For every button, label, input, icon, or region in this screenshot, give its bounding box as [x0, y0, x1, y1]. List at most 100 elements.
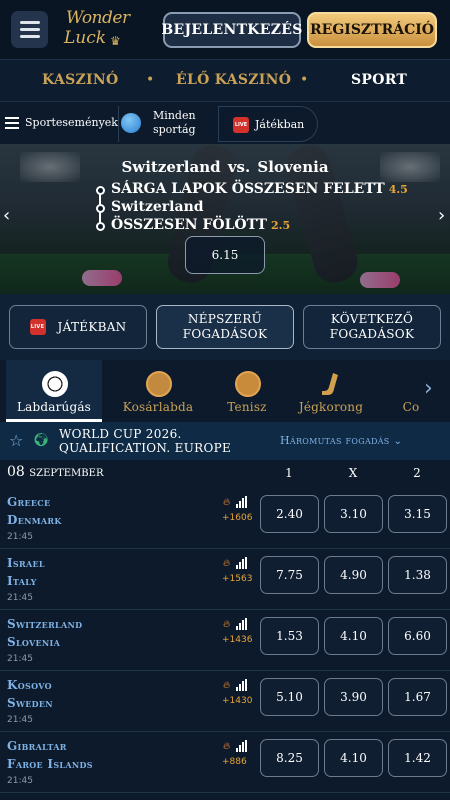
sport-tennis[interactable]: Tenisz: [199, 360, 295, 422]
bet-selection-odd: 2.5: [270, 219, 291, 232]
date-row: 08 szeptember 1 X 2: [0, 460, 450, 488]
chevron-right-icon[interactable]: ›: [424, 376, 433, 401]
sub-nav: Sportesemények Minden sportág LIVE Játék…: [0, 102, 450, 144]
market-label: Háromutas fogadás: [280, 434, 390, 447]
nav-sport[interactable]: SPORT: [351, 72, 407, 88]
sport-label: Co: [402, 400, 419, 414]
star-icon[interactable]: ☆: [9, 431, 23, 450]
more-markets-count[interactable]: +1436: [222, 635, 252, 645]
more-markets-count[interactable]: +886: [222, 757, 247, 767]
chevron-down-icon: ⌄: [393, 436, 403, 447]
banner-odd-button[interactable]: 6.15: [185, 236, 265, 274]
odd-draw-button[interactable]: 4.90: [324, 556, 383, 594]
more-markets-count[interactable]: +1563: [222, 574, 252, 584]
bet-selection-label: Összesen fölött: [111, 217, 267, 233]
market-select[interactable]: Háromutas fogadás ⌄: [280, 434, 402, 447]
login-button[interactable]: BEJELENTKEZÉS: [161, 12, 302, 48]
away-team[interactable]: Sweden: [7, 696, 53, 710]
menu-button[interactable]: [11, 11, 48, 48]
live-label: Játékban: [255, 118, 305, 131]
selection-dot-icon: [96, 204, 105, 213]
col-away: 2: [413, 466, 421, 480]
header: Wonder Luck ♛ BEJELENTKEZÉS REGISZTRÁCIÓ: [0, 0, 450, 60]
soccer-ball-icon: [121, 113, 141, 133]
hockey-icon: [319, 371, 345, 397]
sport-more[interactable]: Co: [363, 360, 419, 422]
home-team[interactable]: Kosovo: [7, 678, 52, 692]
top-nav: KASZINÓ • ÉLŐ KASZINÓ • SPORT: [0, 60, 450, 102]
register-button[interactable]: REGISZTRÁCIÓ: [307, 12, 437, 48]
menu-icon-bar: [19, 28, 40, 31]
away-team[interactable]: Faroe Islands: [7, 757, 93, 771]
league-header: ☆ 🌍︎ WORLD CUP 2026. QUALIFICATION. EURO…: [0, 422, 450, 460]
more-markets-count[interactable]: +1430: [222, 696, 252, 706]
odd-home-button[interactable]: 8.25: [260, 739, 319, 777]
all-sports-line1: Minden: [153, 109, 196, 122]
odd-draw-button[interactable]: 4.10: [324, 739, 383, 777]
home-team[interactable]: Israel: [7, 556, 45, 570]
odd-draw-button[interactable]: 3.90: [324, 678, 383, 716]
match-time: 21:45: [7, 654, 33, 664]
signal-bars-icon: [236, 618, 248, 630]
signal-bars-icon: [236, 496, 248, 508]
menu-icon-bar: [19, 21, 40, 24]
chevron-right-icon[interactable]: ›: [438, 205, 445, 226]
sports-row: Labdarúgás Kosárlabda Tenisz Jégkorong C…: [0, 360, 450, 422]
tab-next-label: KÖVETKEZŐ FOGADÁSOK: [330, 312, 414, 342]
live-icon: LIVE: [233, 117, 249, 133]
nav-live-casino[interactable]: ÉLŐ KASZINÓ: [176, 72, 291, 88]
signal-bars-icon: [236, 557, 248, 569]
bet-selection-text: Switzerland: [111, 199, 204, 215]
tab-live-label: JÁTÉKBAN: [57, 319, 127, 334]
soccer-ball-icon: [42, 371, 68, 397]
chevron-left-icon[interactable]: ‹: [3, 205, 10, 226]
odd-draw-button[interactable]: 3.10: [324, 495, 383, 533]
home-team[interactable]: Greece: [7, 495, 50, 509]
nav-separator: •: [300, 72, 309, 88]
odd-home-button[interactable]: 7.75: [260, 556, 319, 594]
all-sports-label: Minden sportág: [153, 109, 196, 137]
home-team[interactable]: Switzerland: [7, 617, 82, 631]
odd-away-button[interactable]: 1.42: [388, 739, 447, 777]
signal-bars-icon: [236, 679, 248, 691]
match-row[interactable]: Greece Denmark 21:45 🔥︎ +1606 2.40 3.10 3.15: [0, 489, 450, 549]
match-row[interactable]: Kosovo Sweden 21:45 🔥︎ +1430 5.10 3.90 1.67: [0, 672, 450, 732]
odd-away-button[interactable]: 6.60: [388, 617, 447, 655]
odd-away-button[interactable]: 1.38: [388, 556, 447, 594]
match-time: 21:45: [7, 776, 33, 786]
away-team[interactable]: Slovenia: [7, 635, 60, 649]
league-name-line2: QUALIFICATION. EUROPE: [59, 441, 232, 455]
sport-menu-icon[interactable]: [5, 117, 19, 129]
logo[interactable]: Wonder Luck ♛: [62, 8, 142, 52]
fire-icon: 🔥︎: [223, 680, 231, 691]
fire-icon: 🔥︎: [223, 558, 231, 569]
sport-basketball[interactable]: Kosárlabda: [110, 360, 206, 422]
odd-away-button[interactable]: 3.15: [388, 495, 447, 533]
sport-events-link[interactable]: Sportesemények: [25, 116, 118, 129]
odd-draw-button[interactable]: 4.10: [324, 617, 383, 655]
match-row[interactable]: Israel Italy 21:45 🔥︎ +1563 7.75 4.90 1.38: [0, 550, 450, 610]
away-team[interactable]: Denmark: [7, 513, 62, 527]
tab-popular[interactable]: NÉPSZERŰ FOGADÁSOK: [156, 305, 294, 349]
more-markets-count[interactable]: +1606: [222, 513, 252, 523]
home-team[interactable]: Gibraltar: [7, 739, 67, 753]
sport-football[interactable]: Labdarúgás: [6, 360, 102, 422]
logo-line1: Wonder: [66, 8, 130, 28]
odd-home-button[interactable]: 5.10: [260, 678, 319, 716]
tab-popular-line1: NÉPSZERŰ: [187, 312, 263, 326]
tab-live[interactable]: LIVE JÁTÉKBAN: [9, 305, 147, 349]
selection-dot-icon: [96, 186, 105, 195]
all-sports-button[interactable]: Minden sportág: [118, 106, 218, 142]
tab-popular-line2: FOGADÁSOK: [182, 327, 268, 341]
match-row[interactable]: Switzerland Slovenia 21:45 🔥︎ +1436 1.53 4.10 6…: [0, 611, 450, 671]
odd-away-button[interactable]: 1.67: [388, 678, 447, 716]
odd-home-button[interactable]: 2.40: [260, 495, 319, 533]
away-team[interactable]: Italy: [7, 574, 37, 588]
odd-home-button[interactable]: 1.53: [260, 617, 319, 655]
league-name: WORLD CUP 2026. QUALIFICATION. EUROPE: [59, 427, 231, 455]
nav-casino[interactable]: KASZINÓ: [42, 72, 118, 88]
tab-next[interactable]: KÖVETKEZŐ FOGADÁSOK: [303, 305, 441, 349]
live-button[interactable]: LIVE Játékban: [218, 106, 318, 142]
fire-icon: 🔥︎: [223, 619, 231, 630]
match-row[interactable]: Gibraltar Faroe Islands 21:45 🔥︎ +886 8.25 4.1…: [0, 733, 450, 793]
